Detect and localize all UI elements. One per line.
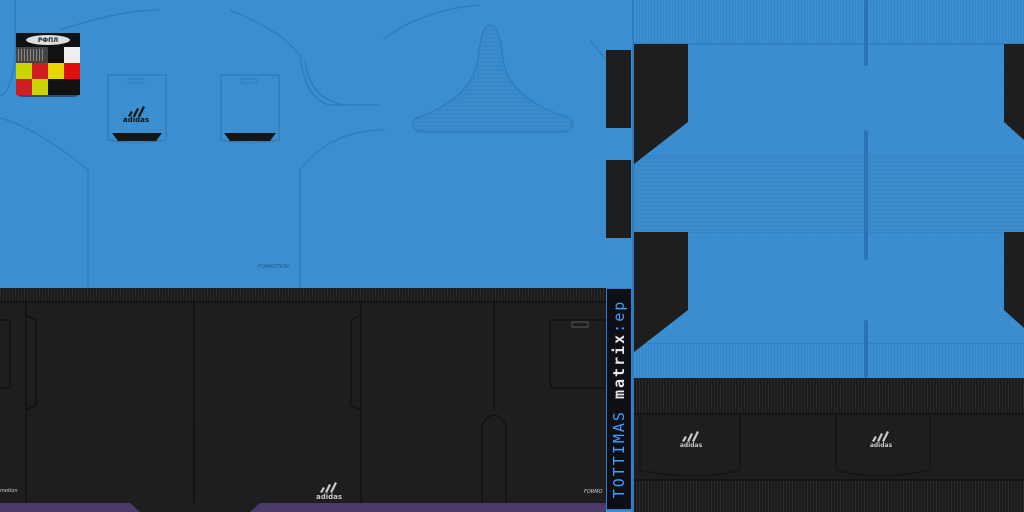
- svg-text:adidas: adidas: [316, 493, 342, 501]
- credit-ep: :ep: [610, 299, 628, 333]
- badge-swatch: [64, 63, 80, 79]
- league-badge: РФПЛ: [16, 33, 80, 97]
- badge-swatch: [64, 79, 80, 95]
- credit-name: TOTTIMAS: [610, 410, 628, 499]
- shorts-panel: adidas motion FORMO: [0, 288, 607, 512]
- author-credit: TOTTIMAS matrix:ep: [610, 300, 628, 499]
- kit-texture: adidas FORMOTION РФПЛ adidas motion FORM…: [0, 0, 1024, 512]
- shorts-tech-label-left: motion: [0, 488, 18, 494]
- badge-label: РФПЛ: [38, 37, 58, 44]
- credit-matrix: matrix: [610, 332, 628, 399]
- svg-text:adidas: adidas: [870, 442, 893, 449]
- badge-swatch: [48, 79, 64, 95]
- badge-swatch: [48, 63, 64, 79]
- shirt-formotion-label: FORMOTION: [258, 264, 289, 270]
- svg-text:adidas: adidas: [123, 116, 149, 124]
- badge-swatch: [32, 63, 48, 79]
- badge-swatch: [16, 63, 32, 79]
- badge-swatch: [16, 79, 32, 95]
- badge-swatch: [32, 79, 48, 95]
- author-credit-strip: TOTTIMAS matrix:ep: [606, 288, 632, 510]
- shorts-tech-label-right: FORMO: [584, 489, 603, 495]
- shirt-panel: adidas FORMOTION: [0, 0, 632, 288]
- socks-panel: adidas adidas: [634, 0, 1024, 512]
- svg-text:adidas: adidas: [680, 442, 703, 449]
